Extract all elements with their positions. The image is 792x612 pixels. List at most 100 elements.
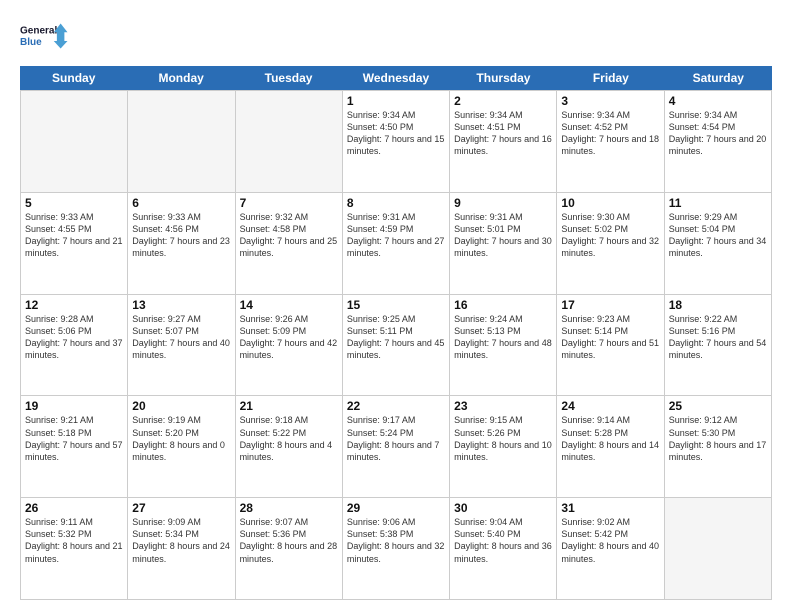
day-info: Sunrise: 9:21 AM Sunset: 5:18 PM Dayligh…	[25, 414, 123, 463]
day-cell-31: 31Sunrise: 9:02 AM Sunset: 5:42 PM Dayli…	[557, 498, 664, 599]
day-number: 15	[347, 298, 445, 312]
day-info: Sunrise: 9:31 AM Sunset: 4:59 PM Dayligh…	[347, 211, 445, 260]
day-number: 18	[669, 298, 767, 312]
day-cell-12: 12Sunrise: 9:28 AM Sunset: 5:06 PM Dayli…	[21, 295, 128, 396]
day-cell-27: 27Sunrise: 9:09 AM Sunset: 5:34 PM Dayli…	[128, 498, 235, 599]
day-info: Sunrise: 9:29 AM Sunset: 5:04 PM Dayligh…	[669, 211, 767, 260]
day-info: Sunrise: 9:19 AM Sunset: 5:20 PM Dayligh…	[132, 414, 230, 463]
day-number: 14	[240, 298, 338, 312]
day-info: Sunrise: 9:12 AM Sunset: 5:30 PM Dayligh…	[669, 414, 767, 463]
day-info: Sunrise: 9:17 AM Sunset: 5:24 PM Dayligh…	[347, 414, 445, 463]
day-info: Sunrise: 9:06 AM Sunset: 5:38 PM Dayligh…	[347, 516, 445, 565]
day-info: Sunrise: 9:11 AM Sunset: 5:32 PM Dayligh…	[25, 516, 123, 565]
day-number: 19	[25, 399, 123, 413]
day-info: Sunrise: 9:14 AM Sunset: 5:28 PM Dayligh…	[561, 414, 659, 463]
day-info: Sunrise: 9:26 AM Sunset: 5:09 PM Dayligh…	[240, 313, 338, 362]
day-number: 21	[240, 399, 338, 413]
day-number: 27	[132, 501, 230, 515]
day-info: Sunrise: 9:24 AM Sunset: 5:13 PM Dayligh…	[454, 313, 552, 362]
day-header-tuesday: Tuesday	[235, 66, 342, 90]
week-row-2: 5Sunrise: 9:33 AM Sunset: 4:55 PM Daylig…	[20, 192, 772, 294]
header: General Blue	[20, 16, 772, 56]
day-number: 31	[561, 501, 659, 515]
day-header-wednesday: Wednesday	[342, 66, 449, 90]
day-number: 1	[347, 94, 445, 108]
day-header-sunday: Sunday	[20, 66, 127, 90]
day-number: 5	[25, 196, 123, 210]
day-cell-15: 15Sunrise: 9:25 AM Sunset: 5:11 PM Dayli…	[343, 295, 450, 396]
day-info: Sunrise: 9:28 AM Sunset: 5:06 PM Dayligh…	[25, 313, 123, 362]
day-cell-22: 22Sunrise: 9:17 AM Sunset: 5:24 PM Dayli…	[343, 396, 450, 497]
day-cell-6: 6Sunrise: 9:33 AM Sunset: 4:56 PM Daylig…	[128, 193, 235, 294]
day-cell-13: 13Sunrise: 9:27 AM Sunset: 5:07 PM Dayli…	[128, 295, 235, 396]
day-cell-2: 2Sunrise: 9:34 AM Sunset: 4:51 PM Daylig…	[450, 91, 557, 192]
day-number: 10	[561, 196, 659, 210]
day-number: 3	[561, 94, 659, 108]
day-cell-20: 20Sunrise: 9:19 AM Sunset: 5:20 PM Dayli…	[128, 396, 235, 497]
day-info: Sunrise: 9:07 AM Sunset: 5:36 PM Dayligh…	[240, 516, 338, 565]
day-number: 6	[132, 196, 230, 210]
day-number: 23	[454, 399, 552, 413]
day-cell-10: 10Sunrise: 9:30 AM Sunset: 5:02 PM Dayli…	[557, 193, 664, 294]
empty-cell	[236, 91, 343, 192]
day-info: Sunrise: 9:23 AM Sunset: 5:14 PM Dayligh…	[561, 313, 659, 362]
day-info: Sunrise: 9:34 AM Sunset: 4:50 PM Dayligh…	[347, 109, 445, 158]
day-number: 17	[561, 298, 659, 312]
svg-text:Blue: Blue	[20, 37, 42, 48]
day-info: Sunrise: 9:25 AM Sunset: 5:11 PM Dayligh…	[347, 313, 445, 362]
week-row-3: 12Sunrise: 9:28 AM Sunset: 5:06 PM Dayli…	[20, 294, 772, 396]
day-number: 2	[454, 94, 552, 108]
day-number: 11	[669, 196, 767, 210]
day-info: Sunrise: 9:30 AM Sunset: 5:02 PM Dayligh…	[561, 211, 659, 260]
day-cell-8: 8Sunrise: 9:31 AM Sunset: 4:59 PM Daylig…	[343, 193, 450, 294]
day-number: 7	[240, 196, 338, 210]
day-cell-21: 21Sunrise: 9:18 AM Sunset: 5:22 PM Dayli…	[236, 396, 343, 497]
empty-cell	[21, 91, 128, 192]
day-info: Sunrise: 9:27 AM Sunset: 5:07 PM Dayligh…	[132, 313, 230, 362]
day-number: 20	[132, 399, 230, 413]
day-cell-3: 3Sunrise: 9:34 AM Sunset: 4:52 PM Daylig…	[557, 91, 664, 192]
day-number: 16	[454, 298, 552, 312]
calendar: SundayMondayTuesdayWednesdayThursdayFrid…	[20, 66, 772, 600]
day-cell-26: 26Sunrise: 9:11 AM Sunset: 5:32 PM Dayli…	[21, 498, 128, 599]
day-info: Sunrise: 9:34 AM Sunset: 4:52 PM Dayligh…	[561, 109, 659, 158]
day-info: Sunrise: 9:31 AM Sunset: 5:01 PM Dayligh…	[454, 211, 552, 260]
day-info: Sunrise: 9:15 AM Sunset: 5:26 PM Dayligh…	[454, 414, 552, 463]
logo: General Blue	[20, 16, 70, 56]
day-number: 24	[561, 399, 659, 413]
day-number: 29	[347, 501, 445, 515]
day-cell-5: 5Sunrise: 9:33 AM Sunset: 4:55 PM Daylig…	[21, 193, 128, 294]
calendar-header: SundayMondayTuesdayWednesdayThursdayFrid…	[20, 66, 772, 90]
day-cell-29: 29Sunrise: 9:06 AM Sunset: 5:38 PM Dayli…	[343, 498, 450, 599]
day-cell-17: 17Sunrise: 9:23 AM Sunset: 5:14 PM Dayli…	[557, 295, 664, 396]
day-number: 25	[669, 399, 767, 413]
day-info: Sunrise: 9:34 AM Sunset: 4:51 PM Dayligh…	[454, 109, 552, 158]
day-header-monday: Monday	[127, 66, 234, 90]
day-header-saturday: Saturday	[665, 66, 772, 90]
day-header-friday: Friday	[557, 66, 664, 90]
day-cell-1: 1Sunrise: 9:34 AM Sunset: 4:50 PM Daylig…	[343, 91, 450, 192]
logo-svg: General Blue	[20, 16, 70, 56]
day-number: 28	[240, 501, 338, 515]
day-info: Sunrise: 9:22 AM Sunset: 5:16 PM Dayligh…	[669, 313, 767, 362]
day-header-thursday: Thursday	[450, 66, 557, 90]
day-cell-19: 19Sunrise: 9:21 AM Sunset: 5:18 PM Dayli…	[21, 396, 128, 497]
day-cell-9: 9Sunrise: 9:31 AM Sunset: 5:01 PM Daylig…	[450, 193, 557, 294]
day-cell-25: 25Sunrise: 9:12 AM Sunset: 5:30 PM Dayli…	[665, 396, 772, 497]
day-info: Sunrise: 9:34 AM Sunset: 4:54 PM Dayligh…	[669, 109, 767, 158]
page: General Blue SundayMondayTuesdayWednesda…	[0, 0, 792, 612]
svg-text:General: General	[20, 26, 57, 37]
day-number: 4	[669, 94, 767, 108]
day-cell-23: 23Sunrise: 9:15 AM Sunset: 5:26 PM Dayli…	[450, 396, 557, 497]
day-info: Sunrise: 9:18 AM Sunset: 5:22 PM Dayligh…	[240, 414, 338, 463]
day-number: 8	[347, 196, 445, 210]
day-cell-11: 11Sunrise: 9:29 AM Sunset: 5:04 PM Dayli…	[665, 193, 772, 294]
empty-cell	[128, 91, 235, 192]
day-number: 26	[25, 501, 123, 515]
day-info: Sunrise: 9:33 AM Sunset: 4:55 PM Dayligh…	[25, 211, 123, 260]
day-info: Sunrise: 9:32 AM Sunset: 4:58 PM Dayligh…	[240, 211, 338, 260]
day-cell-24: 24Sunrise: 9:14 AM Sunset: 5:28 PM Dayli…	[557, 396, 664, 497]
day-cell-30: 30Sunrise: 9:04 AM Sunset: 5:40 PM Dayli…	[450, 498, 557, 599]
day-info: Sunrise: 9:04 AM Sunset: 5:40 PM Dayligh…	[454, 516, 552, 565]
day-info: Sunrise: 9:02 AM Sunset: 5:42 PM Dayligh…	[561, 516, 659, 565]
